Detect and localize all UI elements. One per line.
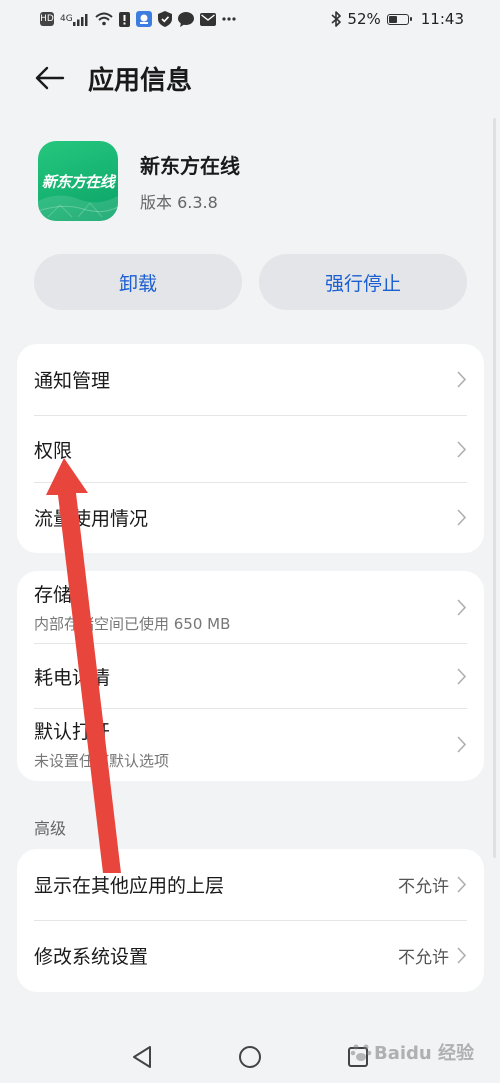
row-right: 不允许 <box>398 921 466 990</box>
row-sublabel: 未设置任何默认选项 <box>34 752 170 770</box>
page-title: 应用信息 <box>88 65 193 96</box>
bluetooth-icon <box>331 11 342 27</box>
chevron-right-icon <box>457 667 466 685</box>
chevron-right-icon <box>457 598 466 616</box>
app-info-screen: HD 4G 52% 11:43 应用信息 新东方在线 新东方在线 版本 6.3.… <box>0 0 500 1083</box>
signal-icon: 4G <box>60 13 89 26</box>
row-text: 默认打开 未设置任何默认选项 <box>34 717 169 771</box>
row-label: 通知管理 <box>34 370 111 392</box>
header: 应用信息 <box>0 52 500 104</box>
watermark: Baidu 经验 <box>350 1039 474 1065</box>
app-summary: 新东方在线 新东方在线 版本 6.3.8 <box>38 141 240 221</box>
storage-item[interactable]: 存储 内部存储空间已使用 650 MB <box>17 571 484 643</box>
back-button[interactable] <box>32 60 68 96</box>
notification-management-item[interactable]: 通知管理 <box>17 344 484 415</box>
chevron-right-icon <box>457 371 466 388</box>
row-label: 修改系统设置 <box>34 946 149 968</box>
section-label-advanced: 高级 <box>34 819 67 838</box>
open-by-default-item[interactable]: 默认打开 未设置任何默认选项 <box>17 709 484 779</box>
row-text: 存储 内部存储空间已使用 650 MB <box>34 580 230 634</box>
app-logo: 新东方在线 <box>38 141 118 221</box>
nav-home-button[interactable] <box>235 1042 265 1072</box>
chevron-right-icon <box>457 876 466 893</box>
settings-group-1: 通知管理 权限 流量使用情况 <box>17 344 484 553</box>
app-icon <box>135 11 152 27</box>
row-right <box>457 344 466 415</box>
app-logo-text: 新东方在线 <box>41 172 115 191</box>
settings-group-advanced: 显示在其他应用的上层 不允许 修改系统设置 不允许 <box>17 849 484 992</box>
wifi-icon <box>95 12 113 26</box>
watermark-text: Baidu 经验 <box>373 1043 474 1064</box>
paw-icon <box>350 1044 372 1061</box>
chat-icon <box>177 11 194 27</box>
force-stop-button[interactable]: 强行停止 <box>259 254 467 310</box>
row-right <box>457 571 466 643</box>
triangle-back-icon <box>133 1045 151 1068</box>
row-right <box>457 709 466 779</box>
chevron-right-icon <box>457 508 466 526</box>
app-version: 版本 6.3.8 <box>140 192 218 212</box>
display-over-other-apps-item[interactable]: 显示在其他应用的上层 不允许 <box>17 849 484 920</box>
chevron-right-icon <box>457 735 466 753</box>
scrollbar[interactable] <box>493 118 496 858</box>
row-right: 不允许 <box>398 849 466 920</box>
permissions-item[interactable]: 权限 <box>17 416 484 482</box>
clock: 11:43 <box>420 10 464 28</box>
row-label: 默认打开 <box>34 721 111 743</box>
more-icon <box>222 17 236 21</box>
modify-system-settings-item[interactable]: 修改系统设置 不允许 <box>17 921 484 990</box>
mail-icon <box>199 12 216 26</box>
battery-usage-item[interactable]: 耗电详情 <box>17 644 484 708</box>
row-sublabel: 内部存储空间已使用 650 MB <box>34 615 231 633</box>
status-right: 52% 11:43 <box>331 10 464 28</box>
chevron-right-icon <box>457 947 466 964</box>
app-text: 新东方在线 版本 6.3.8 <box>140 150 240 213</box>
row-right <box>457 416 466 482</box>
data-usage-item[interactable]: 流量使用情况 <box>17 483 484 551</box>
chevron-right-icon <box>457 440 466 458</box>
row-value: 不允许 <box>398 948 449 968</box>
shield-icon <box>157 11 172 27</box>
row-label: 存储 <box>34 584 73 606</box>
back-arrow-icon <box>35 66 65 90</box>
row-label: 耗电详情 <box>34 666 111 689</box>
battery-percent: 52% <box>347 10 381 28</box>
row-right <box>457 483 466 551</box>
uninstall-button[interactable]: 卸载 <box>34 254 242 310</box>
battery-icon <box>386 13 412 25</box>
circle-home-icon <box>239 1045 261 1068</box>
row-label: 流量使用情况 <box>34 507 149 530</box>
notification-icon <box>118 11 130 27</box>
row-label: 权限 <box>34 439 73 462</box>
action-buttons: 卸载 强行停止 <box>34 254 467 310</box>
hd-icon: HD <box>40 12 54 26</box>
app-name: 新东方在线 <box>140 153 240 178</box>
settings-group-2: 存储 内部存储空间已使用 650 MB 耗电详情 默认打开 未设置任何默认选项 <box>17 571 484 781</box>
row-label: 显示在其他应用的上层 <box>34 875 225 897</box>
status-left: HD 4G <box>40 11 236 27</box>
status-bar: HD 4G 52% 11:43 <box>0 0 500 38</box>
row-right <box>457 644 466 708</box>
nav-back-button[interactable] <box>127 1042 157 1072</box>
row-value: 不允许 <box>398 877 449 897</box>
